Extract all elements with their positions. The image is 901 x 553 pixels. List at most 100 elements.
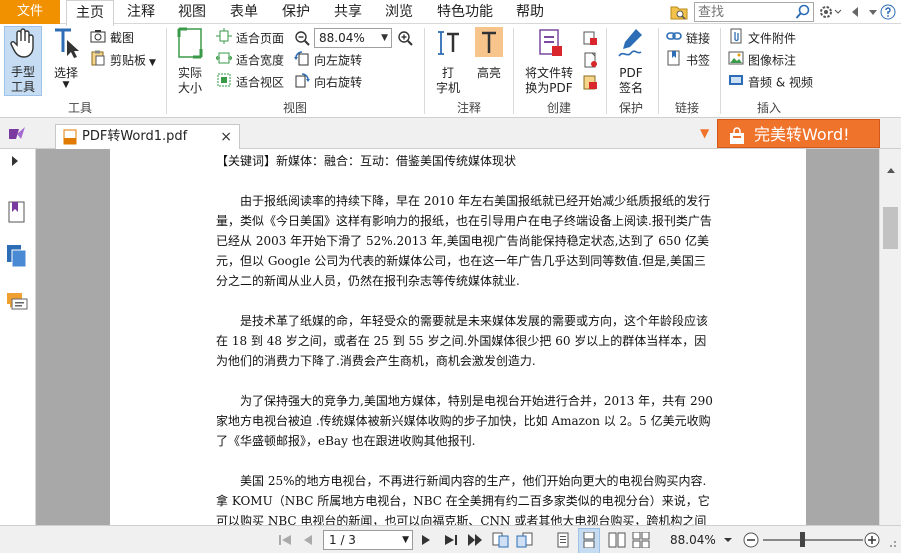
menu-help[interactable]: 帮助 bbox=[516, 0, 544, 24]
pages-panel-icon[interactable] bbox=[6, 244, 28, 271]
zoom-out-icon[interactable] bbox=[294, 30, 310, 49]
hand-tool-button[interactable]: 手型 工具 bbox=[4, 26, 42, 96]
highlight-button[interactable]: 高亮 bbox=[472, 26, 506, 81]
first-page-icon[interactable] bbox=[277, 532, 293, 551]
page-dropdown-icon[interactable]: ▼ bbox=[402, 531, 409, 549]
ribbon-separator bbox=[720, 28, 721, 114]
fit-visible-label: 适合视区 bbox=[236, 75, 285, 90]
rotate-left-button[interactable]: 向左旋转 bbox=[294, 50, 362, 70]
clipboard-button[interactable]: 剪贴板 ▼ bbox=[90, 50, 156, 70]
convert-to-pdf-label: 将文件转 换为PDF bbox=[524, 66, 573, 95]
audio-video-button[interactable]: 音频 & 视频 bbox=[728, 72, 813, 92]
resize-grip-icon[interactable] bbox=[885, 536, 897, 551]
navigation-panel bbox=[0, 149, 39, 525]
bookmark-button[interactable]: 书签 bbox=[666, 50, 710, 70]
page-number-field[interactable]: 1 / 3 ▼ bbox=[323, 530, 413, 550]
last-page-icon[interactable] bbox=[443, 532, 459, 551]
comments-panel-icon[interactable] bbox=[6, 292, 28, 317]
document-viewport[interactable]: 【关键词】新媒体：融合：互动：借鉴美国传统媒体现状 由于报纸阅读率的持续下降，早… bbox=[36, 149, 879, 525]
document-tab-bar: PDF转Word1.pdf × ▼ 完美转Word! bbox=[0, 118, 901, 149]
app-logo-icon[interactable] bbox=[8, 126, 26, 145]
highlight-icon bbox=[472, 26, 506, 64]
ribbon-options-icon[interactable] bbox=[868, 6, 878, 21]
typewriter-button[interactable]: 打 字机 bbox=[432, 26, 464, 96]
zoom-slider-thumb[interactable] bbox=[800, 532, 805, 547]
rotate-right-button[interactable]: 向右旋转 bbox=[294, 72, 362, 92]
previous-view-icon[interactable] bbox=[492, 532, 510, 551]
menu-home[interactable]: 主页 bbox=[66, 0, 114, 26]
link-icon bbox=[666, 28, 682, 50]
rotate-left-label: 向左旋转 bbox=[314, 53, 363, 68]
film-icon bbox=[728, 72, 744, 94]
pdf-sign-button[interactable]: PDF 签名 bbox=[612, 26, 650, 96]
fit-width-icon bbox=[215, 50, 233, 72]
zoom-slider-track[interactable] bbox=[763, 539, 863, 541]
file-attachment-button[interactable]: 文件附件 bbox=[728, 28, 796, 48]
zoom-out-button-icon[interactable] bbox=[743, 532, 759, 551]
expand-panel-icon[interactable] bbox=[10, 155, 20, 170]
fit-visible-button[interactable]: 适合视区 bbox=[216, 72, 284, 92]
promo-arrow-icon: ▼ bbox=[700, 126, 710, 140]
paragraph: 由于报纸阅读率的持续下降，早在 2010 年左右美国报纸就已经开始减少纸质报纸的… bbox=[216, 194, 712, 288]
clipboard-pdf-icon[interactable] bbox=[582, 74, 598, 93]
fit-width-button[interactable]: 适合宽度 bbox=[215, 50, 284, 72]
document-tab[interactable]: PDF转Word1.pdf × bbox=[55, 124, 240, 149]
menu-protect[interactable]: 保护 bbox=[282, 0, 310, 24]
bookmarks-panel-icon[interactable] bbox=[7, 201, 27, 226]
menu-comment[interactable]: 注释 bbox=[127, 0, 155, 24]
zoom-in-icon[interactable] bbox=[397, 30, 413, 49]
folder-search-icon[interactable] bbox=[670, 3, 688, 24]
search-icon[interactable] bbox=[795, 4, 811, 23]
convert-file-icon bbox=[520, 26, 578, 64]
link-button[interactable]: 链接 bbox=[666, 28, 710, 48]
convert-to-word-banner[interactable]: 完美转Word! bbox=[717, 119, 880, 148]
menu-features[interactable]: 特色功能 bbox=[437, 0, 493, 24]
status-bar: 1 / 3 ▼ 88.04% bbox=[0, 525, 901, 553]
previous-page-icon[interactable] bbox=[302, 532, 314, 551]
blank-page-icon[interactable] bbox=[582, 52, 598, 71]
menu-file[interactable]: 文件 bbox=[0, 0, 60, 24]
convert-to-pdf-button[interactable]: 将文件转 换为PDF bbox=[520, 26, 578, 96]
scrollbar-thumb[interactable] bbox=[883, 207, 898, 249]
next-page-icon[interactable] bbox=[420, 532, 432, 551]
signature-pen-icon bbox=[612, 26, 650, 64]
select-dropdown-icon[interactable]: ▼ bbox=[50, 81, 82, 90]
single-page-view-icon[interactable] bbox=[556, 532, 570, 551]
continuous-facing-view-icon[interactable] bbox=[632, 531, 650, 551]
facing-view-icon[interactable] bbox=[608, 532, 626, 551]
next-view-icon[interactable] bbox=[516, 532, 534, 551]
scroll-up-icon[interactable] bbox=[886, 163, 896, 177]
screenshot-button[interactable]: 截图 bbox=[90, 28, 134, 48]
highlight-label: 高亮 bbox=[476, 66, 501, 80]
vertical-scrollbar[interactable] bbox=[879, 149, 901, 525]
collapse-ribbon-icon[interactable] bbox=[850, 6, 860, 21]
rotate-left-icon bbox=[294, 50, 310, 72]
zoom-percentage[interactable]: 88.04% bbox=[670, 526, 716, 553]
menu-browse[interactable]: 浏览 bbox=[385, 0, 413, 24]
select-tool-button[interactable]: 选择 ▼ bbox=[50, 26, 82, 90]
zoom-select[interactable]: 88.04% ▼ bbox=[314, 28, 392, 48]
continuous-play-icon[interactable] bbox=[467, 532, 485, 551]
fit-page-button[interactable]: 适合页面 bbox=[216, 28, 284, 48]
search-box[interactable] bbox=[694, 2, 814, 22]
help-icon[interactable] bbox=[880, 4, 896, 23]
zoom-in-button-icon[interactable] bbox=[864, 532, 880, 551]
menu-form[interactable]: 表单 bbox=[230, 0, 258, 24]
bookmark-icon bbox=[666, 50, 682, 72]
gear-icon[interactable] bbox=[818, 3, 842, 24]
continuous-view-icon[interactable] bbox=[578, 528, 600, 553]
zoom-dropdown-icon[interactable] bbox=[723, 534, 733, 548]
search-input[interactable] bbox=[695, 3, 791, 21]
zoom-dropdown-icon[interactable]: ▼ bbox=[381, 29, 388, 47]
close-tab-icon[interactable]: × bbox=[220, 125, 232, 149]
scan-icon[interactable] bbox=[582, 30, 598, 49]
image-annotation-button[interactable]: 图像标注 bbox=[728, 50, 796, 70]
clipboard-dropdown-icon[interactable]: ▼ bbox=[149, 58, 156, 68]
menu-share[interactable]: 共享 bbox=[334, 0, 362, 24]
zoom-value: 88.04% bbox=[319, 31, 365, 45]
ribbon-separator bbox=[658, 28, 659, 114]
audio-video-label: 音频 & 视频 bbox=[748, 75, 813, 90]
actual-size-button[interactable]: 实际 大小 bbox=[172, 26, 208, 96]
actual-size-icon bbox=[172, 26, 208, 64]
menu-view[interactable]: 视图 bbox=[178, 0, 206, 24]
